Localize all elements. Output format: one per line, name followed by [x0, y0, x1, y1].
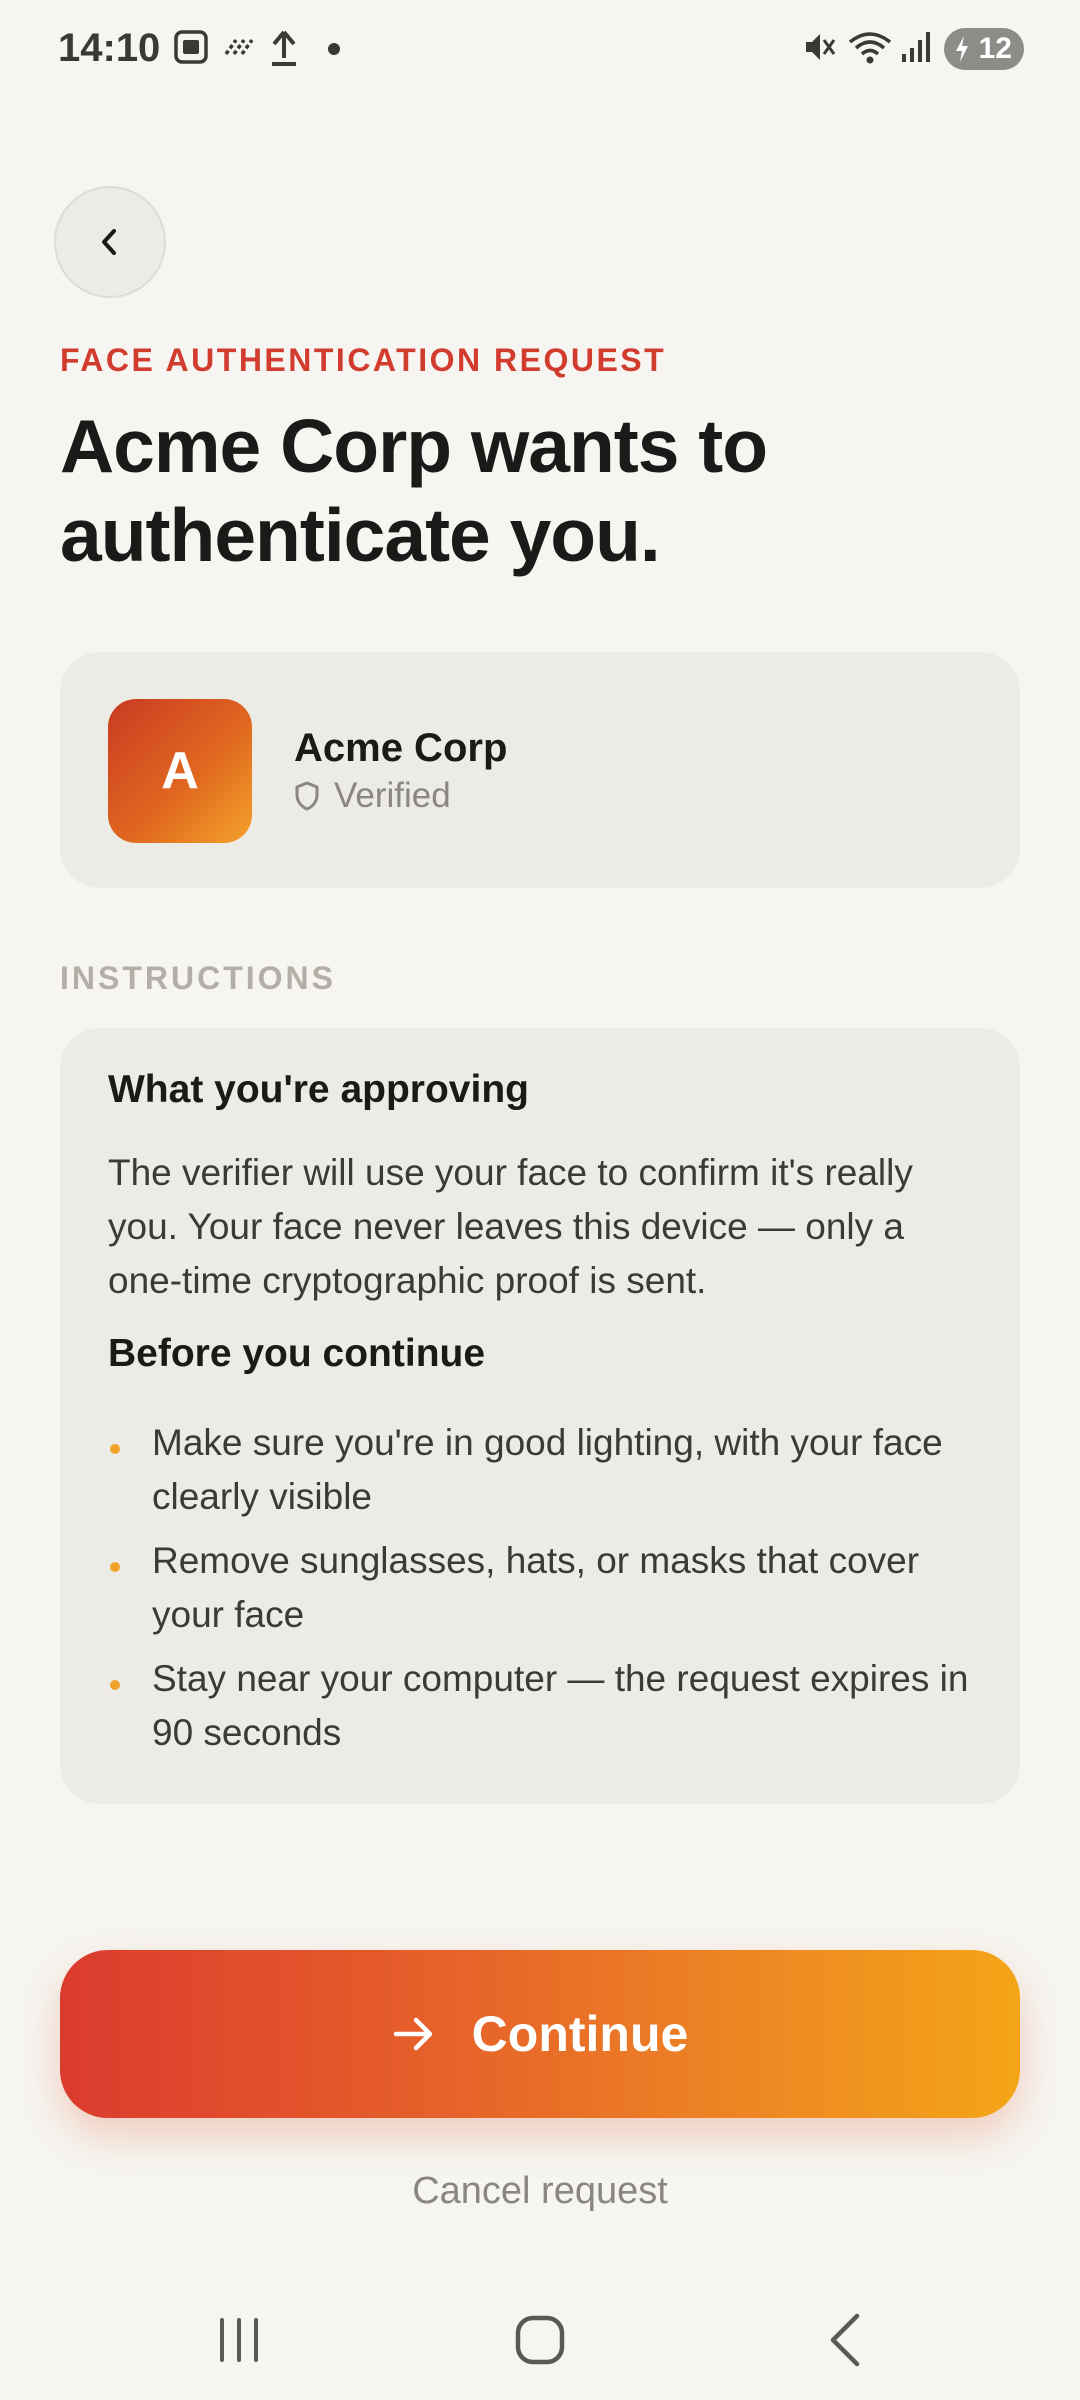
battery-charging-icon — [956, 36, 968, 62]
approving-heading: What you're approving — [108, 1068, 529, 1111]
battery-indicator: 12 — [944, 28, 1024, 70]
continue-label: Continue — [471, 2006, 689, 2062]
nfc-icon — [222, 28, 256, 71]
continue-button[interactable]: Continue — [60, 1950, 1020, 2118]
upload-icon — [268, 28, 300, 73]
recent-apps-icon — [220, 2318, 258, 2362]
approving-text: The verifier will use your face to confi… — [108, 1152, 913, 1301]
before-heading: Before you continue — [108, 1332, 486, 1375]
home-button[interactable] — [495, 2300, 585, 2380]
mute-icon — [802, 28, 838, 71]
status-bar: 14:10 12 — [0, 0, 1080, 100]
system-nav-bar — [0, 2280, 1080, 2400]
status-time: 14:10 — [58, 26, 161, 70]
requester-card: A Acme Corp Verified — [60, 652, 1020, 888]
page-title: Acme Corp wants to authenticate you. — [60, 404, 768, 577]
bullet-icon — [110, 1444, 120, 1454]
cancel-request-link[interactable]: Cancel request — [0, 2170, 1080, 2213]
arrow-right-icon — [393, 2017, 432, 2051]
requester-name: Acme Corp — [294, 726, 508, 770]
list-item-text: Make sure you're in good lighting, with … — [152, 1422, 943, 1517]
back-button[interactable] — [54, 186, 166, 298]
verified-label: Verified — [334, 776, 451, 815]
list-item-text: Remove sunglasses, hats, or masks that c… — [152, 1540, 920, 1635]
requester-avatar: A — [108, 699, 252, 843]
back-icon — [830, 2313, 860, 2367]
recent-apps-button[interactable] — [194, 2300, 284, 2380]
nav-back-button[interactable] — [800, 2300, 890, 2380]
list-item: Make sure you're in good lighting, with … — [108, 1416, 988, 1524]
bullet-icon — [110, 1680, 120, 1690]
screenshot-icon — [172, 28, 210, 71]
instruction-list: Make sure you're in good lighting, with … — [108, 1416, 988, 1770]
list-item: Remove sunglasses, hats, or masks that c… — [108, 1534, 988, 1642]
list-item: Stay near your computer — the request ex… — [108, 1652, 988, 1760]
battery-level: 12 — [978, 32, 1012, 65]
wifi-icon — [848, 28, 892, 71]
shield-icon — [295, 781, 319, 811]
chevron-left-icon — [102, 229, 116, 255]
instructions-section-label: INSTRUCTIONS — [60, 960, 336, 996]
instructions-card: What you're approving The verifier will … — [60, 1028, 1020, 1804]
home-icon — [515, 2315, 565, 2365]
dot-icon — [328, 42, 340, 60]
request-type-label: FACE AUTHENTICATION REQUEST — [60, 342, 667, 378]
bullet-icon — [110, 1562, 120, 1572]
signal-icon — [900, 28, 934, 71]
list-item-text: Stay near your computer — the request ex… — [152, 1658, 969, 1753]
verified-badge: Verified — [294, 776, 451, 816]
